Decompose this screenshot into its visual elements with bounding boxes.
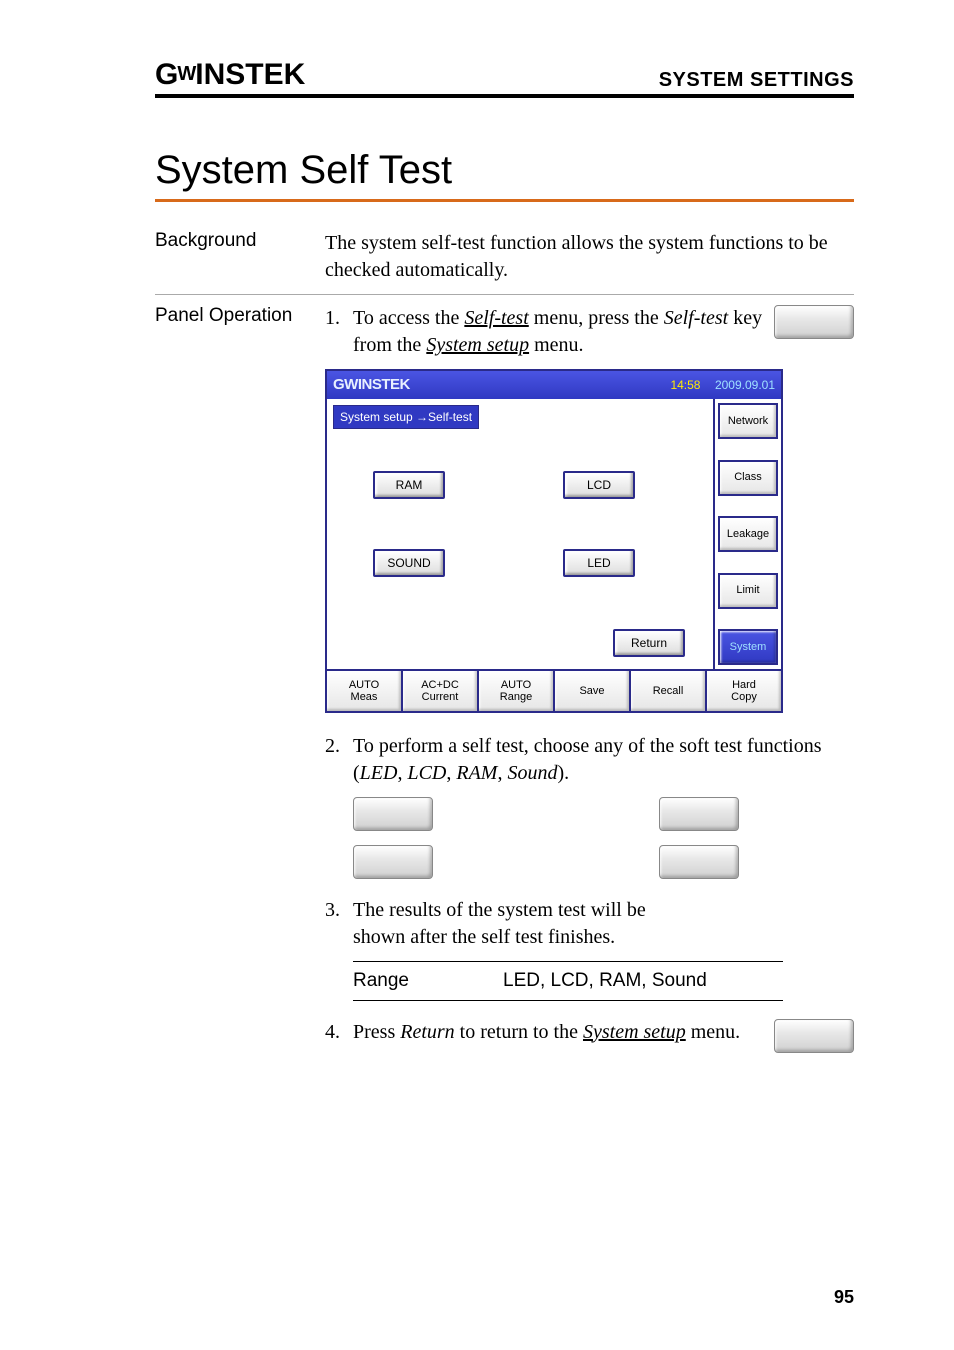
step-2: 2. To perform a self test, choose any of… [325, 733, 854, 787]
step-1-text: To access the Self-test menu, press the … [353, 305, 774, 359]
step-2-text: To perform a self test, choose any of th… [353, 733, 854, 787]
device-button-lcd[interactable]: LCD [563, 471, 635, 499]
step-1: 1. To access the Self-test menu, press t… [325, 305, 854, 359]
device-main-area: System setup →Self-test RAM LCD SOUND LE… [327, 399, 715, 669]
side-button-system[interactable]: System [718, 629, 778, 665]
background-label: Background [155, 230, 325, 252]
step-4-text: Press Return to return to the System set… [353, 1019, 774, 1046]
bottom-button-save[interactable]: Save [555, 671, 631, 711]
softkey-group [353, 797, 854, 879]
bottom-button-hard-copy[interactable]: HardCopy [707, 671, 781, 711]
step-4: 4. Press Return to return to the System … [325, 1019, 854, 1053]
softkey-2[interactable] [659, 797, 739, 831]
background-text: The system self-test function allows the… [325, 230, 854, 284]
step-3-number: 3. [325, 897, 353, 924]
step-1-number: 1. [325, 305, 353, 332]
device-button-led[interactable]: LED [563, 549, 635, 577]
device-breadcrumb: System setup →Self-test [333, 405, 479, 429]
step-3-text: The results of the system test will be s… [353, 897, 673, 951]
step-3: 3. The results of the system test will b… [325, 897, 854, 951]
brand-text-rest: INSTEK [195, 58, 305, 92]
softkey-4[interactable] [659, 845, 739, 879]
panel-operation-row: Panel Operation 1. To access the Self-te… [155, 295, 854, 1073]
page-number: 95 [834, 1287, 854, 1308]
step-2-number: 2. [325, 733, 353, 760]
side-button-network[interactable]: Network [718, 403, 778, 439]
bottom-button-auto-range[interactable]: AUTORange [479, 671, 555, 711]
softkey-3[interactable] [353, 845, 433, 879]
device-time: 14:58 [670, 378, 700, 392]
range-label: Range [353, 968, 503, 994]
side-button-leakage[interactable]: Leakage [718, 516, 778, 552]
bottom-button-recall[interactable]: Recall [631, 671, 707, 711]
range-value: LED, LCD, RAM, Sound [503, 968, 707, 994]
step-4-number: 4. [325, 1019, 353, 1046]
device-titlebar: GWINSTEK 14:58 2009.09.01 [327, 371, 781, 399]
device-screenshot: GWINSTEK 14:58 2009.09.01 System setup →… [325, 369, 783, 713]
bottom-button-acdc-current[interactable]: AC+DCCurrent [403, 671, 479, 711]
page-title: System Self Test [155, 148, 854, 202]
device-sidebar: Network Class Leakage Limit System [715, 399, 781, 669]
section-label: SYSTEM SETTINGS [659, 69, 854, 92]
softkey-self-test[interactable] [774, 305, 854, 339]
page-header: GWINSTEK SYSTEM SETTINGS [155, 58, 854, 98]
side-button-class[interactable]: Class [718, 460, 778, 496]
softkey-1[interactable] [353, 797, 433, 831]
device-button-sound[interactable]: SOUND [373, 549, 445, 577]
brand-text-g: G [155, 58, 177, 92]
device-button-ram[interactable]: RAM [373, 471, 445, 499]
side-button-limit[interactable]: Limit [718, 573, 778, 609]
panel-operation-label: Panel Operation [155, 305, 325, 327]
softkey-return[interactable] [774, 1019, 854, 1053]
bottom-button-auto-meas[interactable]: AUTOMeas [327, 671, 403, 711]
range-table: Range LED, LCD, RAM, Sound [353, 961, 783, 1001]
device-brand: GWINSTEK [333, 375, 410, 395]
background-row: Background The system self-test function… [155, 220, 854, 295]
device-button-return[interactable]: Return [613, 629, 685, 657]
brand-text-w: W [177, 63, 195, 86]
brand-logo: GWINSTEK [155, 58, 305, 92]
device-date: 2009.09.01 [715, 378, 775, 392]
device-bottom-bar: AUTOMeas AC+DCCurrent AUTORange Save Rec… [327, 669, 781, 711]
